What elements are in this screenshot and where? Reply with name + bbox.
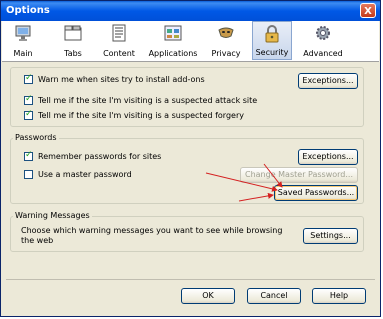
- password-exceptions-button[interactable]: Exceptions...: [298, 149, 358, 165]
- master-password-checkbox[interactable]: [24, 170, 33, 179]
- help-button[interactable]: Help: [312, 288, 366, 304]
- tab-main[interactable]: Main: [8, 21, 38, 60]
- attack-site-checkbox[interactable]: [24, 94, 33, 105]
- tab-advanced-label: Advanced: [303, 49, 343, 58]
- saved-passwords-button[interactable]: Saved Passwords...: [274, 185, 358, 201]
- tab-privacy[interactable]: Privacy: [209, 21, 243, 60]
- tab-content[interactable]: Content: [101, 21, 137, 60]
- tab-advanced[interactable]: Advanced: [302, 21, 344, 60]
- tab-security-label: Security: [255, 48, 289, 57]
- master-password-label: Use a master password: [38, 170, 132, 179]
- passwords-group-label: Passwords: [13, 133, 59, 142]
- cancel-button[interactable]: Cancel: [247, 288, 301, 304]
- tab-content-label: Content: [103, 49, 135, 58]
- category-toolbar: Main Tabs Content Applications Privacy S…: [2, 21, 379, 62]
- tab-applications[interactable]: Applications: [147, 21, 199, 60]
- warn-addons-label: Warn me when sites try to install add-on…: [38, 75, 205, 84]
- tabs-icon: [64, 25, 82, 41]
- gear-icon: [316, 26, 330, 40]
- tab-main-label: Main: [13, 49, 33, 58]
- attack-site-label: Tell me if the site I'm visiting is a su…: [38, 96, 258, 105]
- warn-addons-checkbox[interactable]: [24, 73, 33, 84]
- options-dialog: Options X Main Tabs Content Applications…: [0, 0, 381, 317]
- ok-button[interactable]: OK: [181, 288, 235, 304]
- tab-tabs-label: Tabs: [64, 49, 82, 58]
- footer-divider: [6, 279, 375, 280]
- addon-exceptions-button[interactable]: Exceptions...: [298, 73, 358, 89]
- window-title: Options: [6, 5, 50, 16]
- mask-icon: [218, 27, 234, 38]
- forgery-checkbox[interactable]: [24, 109, 33, 120]
- warning-settings-button[interactable]: Settings...: [303, 228, 358, 244]
- tab-privacy-label: Privacy: [211, 49, 241, 58]
- change-master-password-button[interactable]: Change Master Password...: [240, 167, 358, 183]
- tab-tabs[interactable]: Tabs: [58, 21, 88, 60]
- warning-messages-group: Warning Messages Choose which warning me…: [10, 211, 364, 252]
- tab-security[interactable]: Security: [252, 21, 292, 60]
- close-button[interactable]: X: [360, 3, 376, 18]
- remember-passwords-label: Remember passwords for sites: [38, 152, 162, 161]
- remember-passwords-checkbox[interactable]: [24, 150, 33, 161]
- applications-icon: [164, 25, 182, 41]
- forgery-label: Tell me if the site I'm visiting is a su…: [38, 111, 244, 120]
- padlock-icon: [265, 25, 279, 43]
- warning-messages-description: Choose which warning messages you want t…: [21, 226, 283, 245]
- warning-messages-group-label: Warning Messages: [13, 211, 92, 220]
- content-icon: [112, 24, 126, 42]
- security-group: Warn me when sites try to install add-on…: [10, 67, 364, 127]
- title-bar[interactable]: Options X: [1, 1, 380, 21]
- monitor-icon: [15, 25, 31, 41]
- passwords-group: Passwords Remember passwords for sites E…: [10, 133, 364, 204]
- tab-applications-label: Applications: [148, 49, 198, 58]
